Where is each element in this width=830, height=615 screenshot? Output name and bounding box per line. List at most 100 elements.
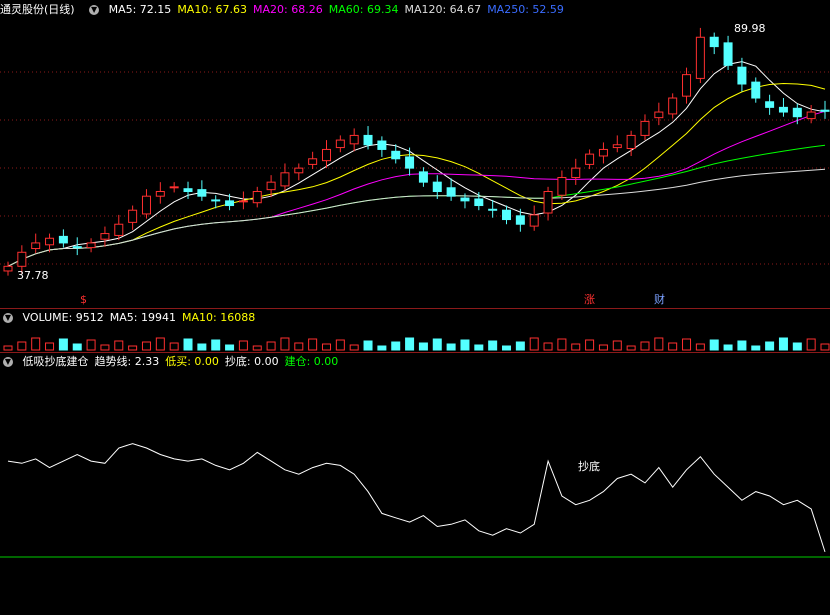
volume-bar (3, 345, 13, 351)
candle-body (626, 134, 636, 150)
volume-bar (737, 340, 747, 351)
candle-body (100, 233, 110, 240)
volume-bar (792, 342, 802, 351)
volume-bar (266, 341, 276, 351)
volume-bar (308, 338, 318, 351)
candle-body (114, 223, 124, 236)
candle-body (557, 176, 567, 196)
marker-zhang[interactable]: 涨 (584, 294, 595, 305)
candle-body (169, 186, 179, 189)
candle-body (17, 251, 27, 267)
volume-bar (820, 343, 830, 351)
candle-body (806, 111, 816, 120)
candle-body (211, 199, 221, 202)
volume-bar (211, 339, 221, 351)
candle-body (58, 235, 68, 244)
volume-bar (405, 337, 415, 351)
ma-line-10 (7, 82, 826, 267)
volume-bar (100, 344, 110, 351)
volume-bar (515, 341, 525, 351)
volume-bar (432, 338, 442, 351)
candle-body (446, 187, 456, 197)
candle-body (585, 153, 595, 165)
candle-body (460, 197, 470, 202)
volume-bar (695, 343, 705, 351)
candle-body (72, 246, 82, 249)
volume-bar (488, 340, 498, 351)
volume-bar (474, 344, 484, 351)
volume-bar (765, 341, 775, 351)
volume-bar (31, 337, 41, 351)
volume-bar (626, 345, 636, 351)
volume-bar (225, 344, 235, 351)
ma-line-40 (7, 144, 826, 267)
candle-body (598, 148, 608, 157)
volume-bar (585, 339, 595, 351)
candle-body (197, 189, 207, 197)
volume-bar (45, 342, 55, 351)
volume-bar (280, 337, 290, 351)
candle-body (349, 134, 359, 145)
volume-bar (86, 339, 96, 351)
candle-body (529, 214, 539, 227)
marker-dollar[interactable]: $ (80, 294, 87, 305)
candle-body (709, 36, 719, 48)
volume-bar (709, 339, 719, 351)
volume-bar (640, 341, 650, 351)
volume-bar (668, 342, 678, 351)
volume-bar (141, 341, 151, 351)
volume-bar (529, 337, 539, 351)
volume-bar (114, 340, 124, 351)
volume-bar (294, 342, 304, 351)
volume-bar (128, 345, 138, 351)
volume-bar (806, 338, 816, 351)
volume-bar (418, 342, 428, 351)
volume-bar (391, 341, 401, 351)
candle-body (238, 200, 248, 203)
volume-bar (183, 338, 193, 351)
volume-bar (446, 343, 456, 351)
volume-bar (17, 341, 27, 351)
stock-chart[interactable] (0, 0, 830, 615)
volume-bar (502, 345, 512, 351)
candle-body (723, 42, 733, 66)
volume-bar (682, 338, 692, 351)
candle-body (128, 209, 138, 223)
signal-label: 抄底 (578, 460, 600, 473)
marker-cai[interactable]: 财 (654, 294, 665, 305)
volume-bar (543, 342, 553, 351)
volume-bar (654, 337, 664, 351)
candle-body (86, 242, 96, 249)
volume-bar (252, 345, 262, 351)
candle-body (640, 120, 650, 136)
volume-bar (169, 342, 179, 351)
candle-body (252, 191, 262, 204)
volume-bar (349, 344, 359, 351)
ma-line-5 (7, 61, 826, 267)
candle-body (377, 140, 387, 150)
candle-body (820, 109, 830, 112)
candle-body (765, 101, 775, 108)
candle-body (543, 191, 553, 214)
candle-body (502, 209, 512, 221)
candle-body (363, 134, 373, 146)
candle-body (266, 181, 276, 191)
volume-bar (238, 340, 248, 351)
candle-body (792, 107, 802, 118)
candle-body (335, 139, 345, 149)
candle-body (751, 81, 761, 99)
low-price-label: 37.78 (17, 269, 49, 282)
candle-body (571, 167, 581, 178)
volume-bar (197, 343, 207, 351)
candle-body (225, 200, 235, 207)
candle-body (654, 111, 664, 119)
volume-bar (58, 338, 68, 351)
volume-bar (377, 345, 387, 351)
volume-bar (571, 343, 581, 351)
candle-body (280, 172, 290, 187)
volume-bar (335, 339, 345, 351)
volume-bar (363, 340, 373, 351)
candle-body (294, 167, 304, 174)
candle-body (308, 158, 318, 165)
candle-body (737, 66, 747, 85)
